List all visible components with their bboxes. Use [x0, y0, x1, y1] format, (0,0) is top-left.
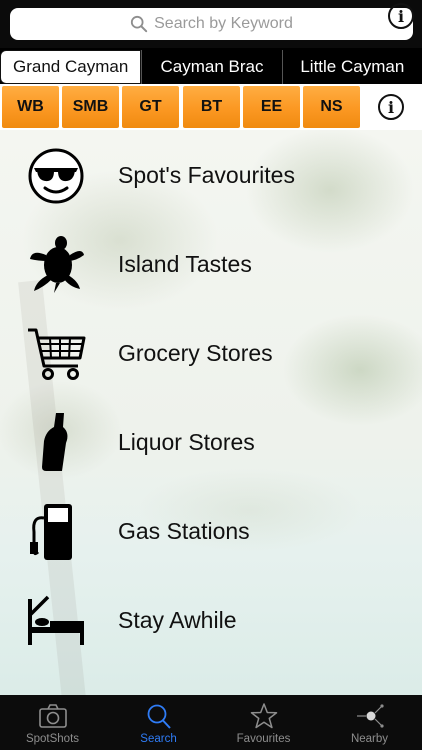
gas-pump-icon: [30, 504, 72, 560]
region-filter-row: WB SMB GT BT EE NS i: [0, 84, 422, 130]
category-grocery-stores[interactable]: Grocery Stores: [0, 308, 422, 396]
category-label: Grocery Stores: [118, 340, 273, 366]
region-button-bt[interactable]: BT: [183, 86, 240, 128]
tab-nearby[interactable]: Nearby: [317, 695, 422, 750]
star-icon: [250, 703, 277, 729]
region-button-wb[interactable]: WB: [2, 86, 59, 128]
search-input[interactable]: Search by Keyword: [10, 8, 413, 40]
region-button-ns[interactable]: NS: [303, 86, 360, 128]
bed-icon: [28, 595, 84, 645]
tab-label: SpotShots: [25, 733, 80, 745]
tab-grand-cayman[interactable]: Grand Cayman: [0, 50, 142, 84]
smiley-sunglasses-icon: [28, 148, 84, 204]
category-spots-favourites[interactable]: Spot's Favourites: [0, 130, 422, 218]
tab-label: Nearby: [350, 733, 389, 745]
tab-spotshots[interactable]: SpotShots: [0, 695, 105, 750]
search-info-button[interactable]: i: [388, 3, 414, 29]
category-stay-awhile[interactable]: Stay Awhile: [0, 575, 422, 663]
search-bar: Search by Keyword i: [0, 0, 422, 48]
category-label: Liquor Stores: [118, 429, 255, 455]
tab-little-cayman[interactable]: Little Cayman: [281, 50, 422, 84]
category-label: Gas Stations: [118, 518, 250, 544]
search-placeholder: Search by Keyword: [154, 15, 293, 32]
search-icon: [147, 704, 171, 729]
category-label: Stay Awhile: [118, 607, 237, 633]
region-button-smb[interactable]: SMB: [62, 86, 119, 128]
tab-search[interactable]: Search: [106, 695, 211, 750]
bottom-tab-bar: SpotShots Search Favourites Nearby: [0, 695, 422, 750]
category-partial-dining[interactable]: [0, 664, 422, 695]
tab-label: Search: [140, 733, 177, 745]
tab-favourites[interactable]: Favourites: [211, 695, 316, 750]
category-label: Island Tastes: [118, 251, 252, 277]
region-info-button[interactable]: i: [378, 94, 404, 120]
turtle-icon: [30, 236, 84, 293]
region-button-gt[interactable]: GT: [122, 86, 179, 128]
tab-cayman-brac[interactable]: Cayman Brac: [141, 50, 281, 84]
category-list: Spot's Favourites Island Tastes Grocery …: [0, 130, 422, 695]
shopping-cart-icon: [28, 328, 86, 380]
info-icon: i: [397, 6, 405, 26]
category-gas-stations[interactable]: Gas Stations: [0, 486, 422, 574]
nearby-icon: [356, 704, 384, 728]
category-island-tastes[interactable]: Island Tastes: [0, 219, 422, 307]
info-icon: i: [387, 97, 395, 117]
bottle-icon: [42, 413, 68, 471]
category-liquor-stores[interactable]: Liquor Stores: [0, 397, 422, 485]
cutlery-icon: [26, 680, 86, 695]
camera-icon: [38, 704, 67, 728]
island-segmented-control: Grand Cayman Cayman Brac Little Cayman: [0, 48, 422, 84]
category-label: Spot's Favourites: [118, 162, 295, 188]
region-button-ee[interactable]: EE: [243, 86, 300, 128]
search-icon: [131, 15, 148, 33]
tab-label: Favourites: [236, 733, 291, 745]
